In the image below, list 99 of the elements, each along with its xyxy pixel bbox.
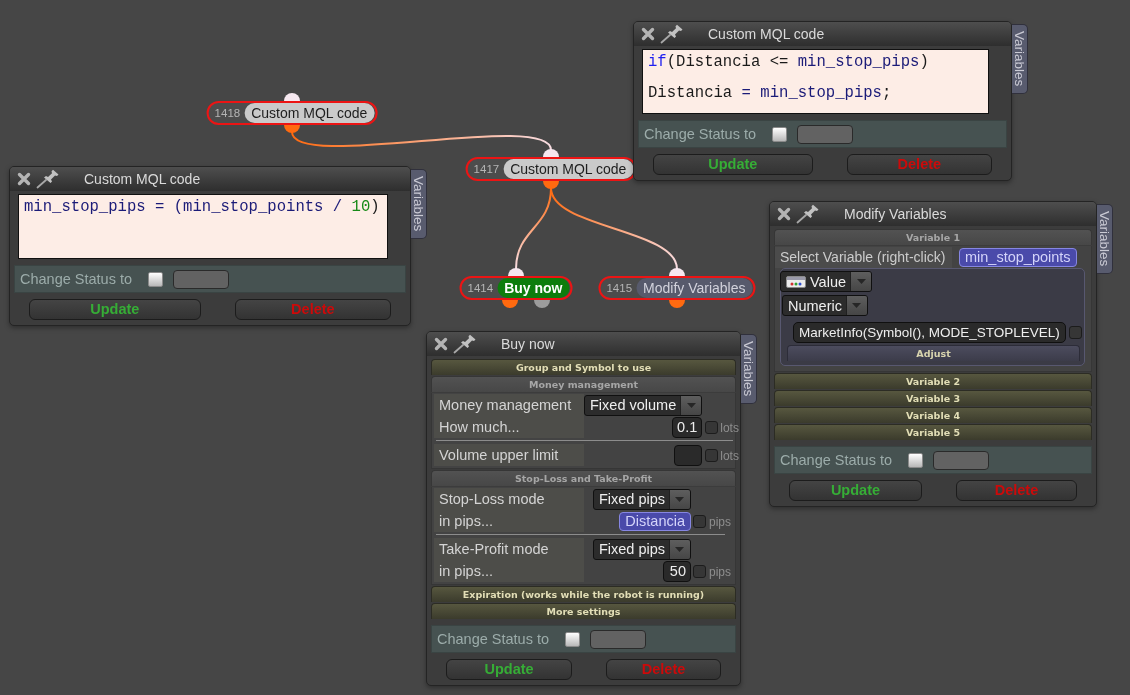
input-port-icon[interactable]: [543, 149, 559, 157]
dropdown[interactable]: Value: [780, 271, 872, 292]
caret-icon: [856, 279, 866, 284]
input-port-icon[interactable]: [669, 268, 685, 276]
checkbox[interactable]: [693, 564, 707, 578]
section-header[interactable]: Expiration (works while the robot is running): [431, 586, 736, 602]
dropdown[interactable]: Fixed volume: [584, 394, 703, 416]
pushpin-icon[interactable]: [660, 24, 684, 44]
section-header[interactable]: Variable 1: [774, 229, 1092, 245]
unit-label: lots: [720, 421, 739, 435]
caret-icon: [852, 303, 862, 308]
input-field[interactable]: [674, 444, 703, 466]
code-editor[interactable]: if(Distancia <= min_stop_pips) Distancia = min_stop_pips;: [642, 49, 989, 114]
variable-tag[interactable]: Distancia: [619, 511, 691, 531]
section-header[interactable]: Adjust: [787, 345, 1080, 361]
input-field[interactable]: 50: [663, 560, 691, 582]
pushpin-icon[interactable]: [796, 204, 820, 224]
output-port-icon[interactable]: [543, 181, 559, 189]
side-tab[interactable]: Variables: [741, 334, 757, 404]
code-editor[interactable]: min_stop_pips = (min_stop_points / 10): [18, 194, 388, 259]
variable-tag[interactable]: min_stop_points: [959, 248, 1077, 267]
window-title: Buy now: [501, 336, 555, 352]
section-header[interactable]: Variable 2: [774, 373, 1092, 389]
field-label: Take-Profit mode: [434, 538, 584, 560]
unit-label: pips: [709, 565, 731, 579]
status-label: Change Status to: [437, 631, 550, 647]
caret-icon: [686, 402, 696, 408]
status-field[interactable]: [933, 450, 990, 470]
pushpin-icon[interactable]: [36, 169, 60, 189]
window-title: Custom MQL code: [84, 171, 201, 187]
output-port-icon[interactable]: [284, 125, 300, 133]
pushpin-icon[interactable]: [453, 334, 477, 354]
node-number: 1414: [467, 282, 494, 294]
output-port-icon[interactable]: [502, 300, 518, 308]
side-tab[interactable]: Variables: [411, 169, 427, 239]
card-icon: [786, 275, 806, 288]
checkbox[interactable]: [704, 448, 718, 462]
status-label: Change Status to: [644, 126, 757, 142]
checkbox[interactable]: [1068, 326, 1082, 339]
flow-node[interactable]: 1415 Modify Variables: [598, 276, 756, 300]
field-label: in pips...: [434, 510, 584, 532]
node-label: Custom MQL code: [244, 103, 375, 123]
close-icon[interactable]: [640, 26, 656, 42]
node-label: Modify Variables: [636, 278, 753, 298]
window-title: Custom MQL code: [708, 26, 825, 42]
caret-icon: [675, 496, 685, 502]
close-icon[interactable]: [16, 171, 32, 187]
unit-label: lots: [720, 449, 739, 463]
field-label: Volume upper limit: [434, 444, 584, 466]
checkbox[interactable]: [148, 271, 164, 287]
section-header[interactable]: Money management: [431, 376, 736, 392]
dropdown[interactable]: Fixed pips: [592, 538, 691, 560]
status-label: Change Status to: [780, 452, 893, 468]
checkbox[interactable]: [693, 514, 707, 528]
field-label: Money management: [434, 394, 584, 416]
update-button[interactable]: Update: [29, 299, 201, 320]
field-label: How much...: [434, 416, 584, 438]
dropdown[interactable]: Numeric: [782, 295, 868, 316]
input-port-icon[interactable]: [508, 268, 524, 276]
section-header[interactable]: Variable 4: [774, 407, 1092, 423]
checkbox[interactable]: [772, 126, 788, 142]
section-header[interactable]: Stop-Loss and Take-Profit: [431, 470, 736, 486]
caret-icon: [675, 546, 685, 552]
node-number: 1415: [606, 282, 633, 294]
output-port-icon[interactable]: [669, 300, 685, 308]
input-field[interactable]: 0.1: [672, 416, 703, 438]
flow-node[interactable]: 1418 Custom MQL code: [206, 101, 378, 125]
update-button[interactable]: Update: [653, 154, 813, 175]
node-label: Custom MQL code: [503, 159, 634, 179]
node-label: Buy now: [497, 278, 570, 298]
close-icon[interactable]: [433, 336, 449, 352]
side-tab[interactable]: Variables: [1097, 204, 1113, 274]
status-label: Change Status to: [20, 271, 133, 287]
field-label: Select Variable (right-click): [775, 247, 952, 268]
update-button[interactable]: Update: [789, 480, 922, 501]
dropdown[interactable]: Fixed pips: [592, 488, 691, 510]
node-number: 1418: [214, 107, 241, 119]
close-icon[interactable]: [776, 206, 792, 222]
section-header[interactable]: Variable 5: [774, 424, 1092, 440]
input-field[interactable]: MarketInfo(Symbol(), MODE_STOPLEVEL): [793, 322, 1066, 343]
side-tab[interactable]: Variables: [1012, 24, 1028, 94]
checkbox[interactable]: [908, 452, 924, 468]
node-number: 1417: [473, 163, 500, 175]
unit-label: pips: [709, 515, 731, 529]
section-header[interactable]: More settings: [431, 603, 736, 619]
checkbox[interactable]: [565, 631, 581, 647]
field-label: in pips...: [434, 560, 584, 582]
window-title: Modify Variables: [844, 206, 947, 222]
input-port-icon[interactable]: [284, 93, 300, 101]
section-header[interactable]: Variable 3: [774, 390, 1092, 406]
output-port-icon[interactable]: [534, 300, 550, 308]
status-field[interactable]: [797, 124, 854, 144]
flow-node[interactable]: 1414 Buy now: [459, 276, 573, 300]
checkbox[interactable]: [704, 420, 718, 434]
field-label: Stop-Loss mode: [434, 488, 584, 510]
status-field[interactable]: [590, 629, 647, 649]
section-header[interactable]: Group and Symbol to use: [431, 359, 736, 375]
update-button[interactable]: Update: [446, 659, 573, 680]
status-field[interactable]: [173, 269, 230, 289]
